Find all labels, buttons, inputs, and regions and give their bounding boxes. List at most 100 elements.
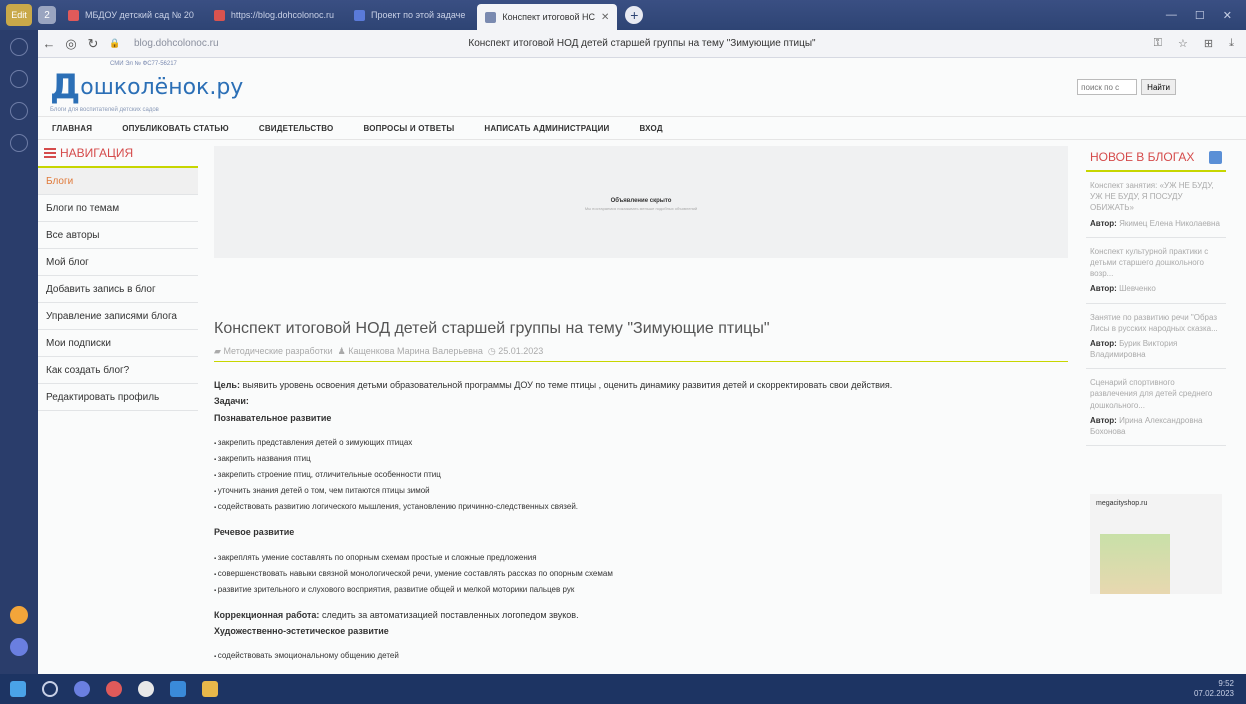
blog-item[interactable]: Конспект культурной практики с детьми ст…: [1086, 238, 1226, 304]
menu-item-faq[interactable]: ВОПРОСЫ И ОТВЕТЫ: [363, 124, 454, 133]
minimize-icon[interactable]: —: [1166, 9, 1177, 22]
logo-subtitle: Блоги для воспитателей детских садов: [50, 107, 159, 113]
menu-item-home[interactable]: ГЛАВНАЯ: [52, 124, 92, 133]
download-icon[interactable]: ⤓: [1229, 37, 1234, 50]
list-item: закреплять умение составлять по опорным …: [214, 550, 1068, 566]
site-header: СМИ Эл № ФС77-56217 Д ошколёнок.ру Блоги…: [38, 58, 1246, 116]
list-item: закрепить названия птиц: [214, 451, 1068, 467]
nav-item-blogs[interactable]: Блоги: [38, 168, 198, 195]
nav-header: НАВИГАЦИЯ: [38, 146, 198, 168]
sidebar-app-icon[interactable]: [10, 638, 28, 656]
right-column: НОВОЕ В БЛОГАХ Конспект занятия: «УЖ НЕ …: [1086, 140, 1226, 674]
search-button[interactable]: Найти: [1141, 79, 1176, 95]
blog-item[interactable]: Занятие по развитию речи "Образ Лисы в р…: [1086, 304, 1226, 370]
list-item: содействовать развитию логического мышле…: [214, 499, 1068, 515]
browser-tab-active[interactable]: Конспект итоговой НС ✕: [477, 4, 618, 30]
tab-favicon-icon: [68, 9, 79, 21]
menu-item-contact[interactable]: НАПИСАТЬ АДМИНИСТРАЦИИ: [484, 124, 609, 133]
browser-tab-1[interactable]: https://blog.dohcolonoc.ru: [206, 4, 342, 26]
menu-item-publish[interactable]: ОПУБЛИКОВАТЬ СТАТЬЮ: [122, 124, 229, 133]
blog-item[interactable]: Сценарий спортивного развлечения для дет…: [1086, 369, 1226, 447]
sidebar-app-icon[interactable]: [10, 38, 28, 56]
section-speech: Речевое развитие: [214, 527, 295, 538]
tab-favicon-icon: [485, 11, 497, 23]
left-navigation: НАВИГАЦИЯ Блоги Блоги по темам Все автор…: [38, 140, 198, 674]
main-menu: ГЛАВНАЯ ОПУБЛИКОВАТЬ СТАТЬЮ СВИДЕТЕЛЬСТВ…: [38, 116, 1246, 140]
os-taskbar: 9:52 07.02.2023: [0, 674, 1246, 704]
article-author[interactable]: Кащенкова Марина Валерьевна: [348, 346, 483, 356]
reload-icon[interactable]: ↻: [82, 36, 104, 52]
page-title-bar: Конспект итоговой НОД детей старшей груп…: [468, 38, 816, 49]
back-icon[interactable]: ←: [38, 36, 60, 51]
nav-item-blogs-by-topic[interactable]: Блоги по темам: [38, 195, 198, 222]
article-date: 25.01.2023: [498, 346, 544, 356]
sidebar-app-icon[interactable]: [10, 70, 28, 88]
sidebar-app-icon[interactable]: [10, 606, 28, 624]
sidebar-app-icon[interactable]: [10, 102, 28, 120]
search-input[interactable]: [1077, 79, 1138, 95]
side-ad[interactable]: megacityshop.ru: [1090, 494, 1222, 595]
browser-app-icon[interactable]: [74, 681, 90, 697]
browser-tab-0[interactable]: МБДОУ детский сад № 20: [60, 4, 202, 26]
nav-item-subscriptions[interactable]: Мои подписки: [38, 330, 198, 357]
key-icon[interactable]: ⚿: [1154, 37, 1162, 50]
tab-favicon-icon: [354, 9, 365, 21]
window-controls: — ☐ ✕: [1166, 9, 1232, 22]
nav-item-my-blog[interactable]: Мой блог: [38, 249, 198, 276]
tab-close-icon[interactable]: ✕: [601, 12, 609, 23]
yandex-icon[interactable]: [138, 681, 154, 697]
folder-icon[interactable]: [202, 681, 218, 697]
menu-item-certificate[interactable]: СВИДЕТЕЛЬСТВО: [259, 124, 334, 133]
url-field[interactable]: blog.dohcolonoc.ru: [134, 38, 219, 49]
maximize-icon[interactable]: ☐: [1195, 9, 1205, 22]
web-page: СМИ Эл № ФС77-56217 Д ошколёнок.ру Блоги…: [38, 58, 1246, 674]
nav-item-manage-posts[interactable]: Управление записями блога: [38, 303, 198, 330]
ad-hidden-sub: Мы постараемся показывать меньше подобны…: [584, 206, 698, 211]
app-icon[interactable]: [170, 681, 186, 697]
address-bar-icons: ⚿ ☆ ⊞ ⤓: [1154, 37, 1234, 50]
edit-icon[interactable]: [1209, 150, 1222, 164]
article-category[interactable]: Методические разработки: [223, 346, 332, 356]
speech-list: закреплять умение составлять по опорным …: [214, 550, 1068, 598]
sidebar-app-icon[interactable]: [10, 134, 28, 152]
extensions-icon[interactable]: ⊞: [1204, 37, 1213, 50]
bookmark-icon[interactable]: ☆: [1178, 37, 1188, 50]
logo-letter: Д: [50, 67, 81, 107]
ad-placeholder: Объявление скрыто Мы постараемся показыв…: [214, 146, 1068, 258]
list-item: содействовать эмоциональному общению дет…: [214, 648, 1068, 664]
article-column: Объявление скрыто Мы постараемся показыв…: [198, 140, 1086, 674]
close-window-icon[interactable]: ✕: [1223, 9, 1232, 22]
browser-tab-2[interactable]: Проект по этой задаче: [346, 4, 473, 26]
app-icon[interactable]: [106, 681, 122, 697]
browser-menu-button[interactable]: Edit: [6, 4, 32, 26]
ad-image: [1100, 534, 1170, 595]
start-icon[interactable]: [10, 681, 26, 697]
search-icon[interactable]: [42, 681, 58, 697]
nav-item-add-post[interactable]: Добавить запись в блог: [38, 276, 198, 303]
list-item: закрепить представления детей о зимующих…: [214, 435, 1068, 451]
nav-item-how-to-create[interactable]: Как создать блог?: [38, 357, 198, 384]
browser-profile-button[interactable]: 2: [38, 6, 56, 24]
list-item: закрепить строение птиц, отличительные о…: [214, 467, 1068, 483]
site-logo[interactable]: СМИ Эл № ФС77-56217 Д ошколёнок.ру Блоги…: [50, 61, 243, 113]
browser-tab-strip: Edit 2 МБДОУ детский сад № 20 https://bl…: [0, 0, 1246, 30]
section-art: Художественно-эстетическое развитие: [214, 625, 389, 636]
cognitive-list: закрепить представления детей о зимующих…: [214, 435, 1068, 515]
lock-icon: 🔒: [109, 38, 121, 48]
new-tab-button[interactable]: +: [625, 6, 644, 24]
reader-icon[interactable]: ◎: [60, 36, 82, 52]
section-cognitive: Познавательное развитие: [214, 412, 332, 423]
menu-item-login[interactable]: ВХОД: [640, 124, 663, 133]
folder-icon: ▰: [214, 346, 221, 356]
article-meta: ▰ Методические разработки ♟ Кащенкова Ма…: [214, 346, 1068, 362]
ad-label: megacityshop.ru: [1096, 500, 1148, 508]
blog-item[interactable]: Конспект занятия: «УЖ НЕ БУДУ, УЖ НЕ БУД…: [1086, 172, 1226, 238]
correction-paragraph: Коррекционная работа: следить за автомат…: [214, 609, 579, 620]
nav-item-edit-profile[interactable]: Редактировать профиль: [38, 384, 198, 411]
list-item: уточнить знания детей о том, чем питаютс…: [214, 483, 1068, 499]
nav-item-all-authors[interactable]: Все авторы: [38, 222, 198, 249]
art-list: содействовать эмоциональному общению дет…: [214, 648, 1068, 664]
address-bar: ← ◎ ↻ 🔒 blog.dohcolonoc.ru Конспект итог…: [38, 30, 1246, 58]
site-search: Найти: [1077, 79, 1176, 95]
menu-icon: [44, 148, 56, 158]
